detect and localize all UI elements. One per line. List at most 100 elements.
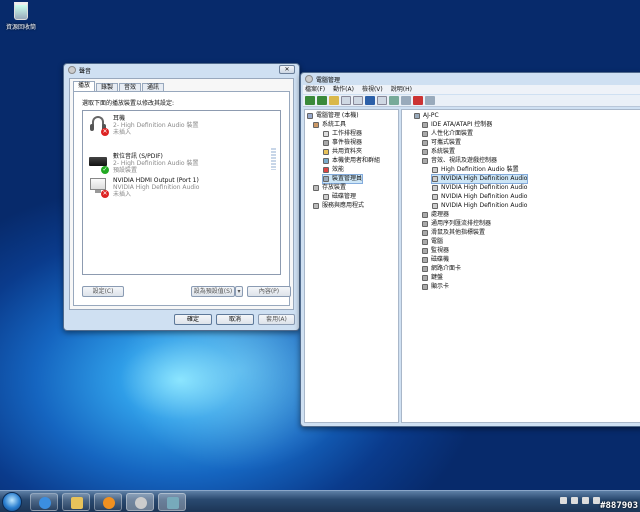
- menu-action[interactable]: 動作(A): [331, 85, 354, 94]
- list-scrollbar[interactable]: [271, 148, 276, 170]
- scan-hardware-icon[interactable]: [389, 96, 399, 105]
- device-node-root[interactable]: AJ-PC: [414, 112, 439, 120]
- taskbar-media-player[interactable]: [94, 493, 122, 511]
- tab-sounds[interactable]: 音效: [119, 83, 142, 91]
- cancel-button[interactable]: 取消: [216, 314, 254, 325]
- tree-node-device-manager[interactable]: 裝置管理員: [321, 174, 364, 184]
- taskbar-explorer[interactable]: [62, 493, 90, 511]
- tree-node-services[interactable]: 服務與應用程式: [313, 202, 364, 210]
- tree-node-performance[interactable]: 效能: [323, 166, 344, 174]
- device-node[interactable]: 可攜式裝置: [422, 139, 461, 147]
- device-node[interactable]: High Definition Audio 裝置: [432, 166, 519, 174]
- disk-drive-icon: [422, 257, 428, 263]
- recycle-bin[interactable]: 資源回收筒: [4, 2, 38, 31]
- tree-node-disk-management[interactable]: 磁碟管理: [323, 193, 356, 201]
- device-node[interactable]: 顯示卡: [422, 283, 449, 291]
- menu-file[interactable]: 檔案(F): [303, 85, 325, 94]
- menu-view[interactable]: 檢視(V): [360, 85, 383, 94]
- configure-button[interactable]: 設定(C): [82, 286, 124, 297]
- audio-device-icon: [432, 185, 438, 191]
- spdif-device-icon: ✓: [89, 153, 109, 174]
- device-node[interactable]: IDE ATA/ATAPI 控制器: [422, 121, 492, 129]
- view-icon[interactable]: [377, 96, 387, 105]
- watermark: #887903: [600, 501, 638, 511]
- taskbar-sound[interactable]: [126, 493, 154, 511]
- device-node[interactable]: 處理器: [422, 211, 449, 219]
- device-node[interactable]: NVIDIA High Definition Audio: [432, 193, 527, 201]
- device-item-hdmi[interactable]: ✕ NVIDIA HDMI Output (Port 1) NVIDIA Hig…: [89, 177, 199, 207]
- properties-icon[interactable]: [353, 96, 363, 105]
- recycle-bin-label: 資源回收筒: [5, 24, 36, 31]
- set-default-button[interactable]: 設為預設值(S): [191, 286, 235, 297]
- computer-management-icon: [305, 75, 313, 83]
- volume-icon[interactable]: [593, 497, 600, 504]
- tray-icon[interactable]: [571, 497, 578, 504]
- recycle-bin-icon: [14, 2, 28, 20]
- tree-node-local-users[interactable]: 本機使用者和群組: [323, 157, 380, 165]
- monitor-icon: [422, 248, 428, 254]
- instruction-text: 選取下面的播放裝置以修改其設定:: [82, 100, 175, 107]
- device-status: 預設裝置: [113, 167, 138, 174]
- chevron-down-icon[interactable]: ▾: [235, 286, 243, 297]
- tab-playback[interactable]: 播放: [73, 81, 96, 91]
- device-node[interactable]: 監視器: [422, 247, 449, 255]
- device-list: ✕ 耳機 2- High Definition Audio 裝置 未插入 ✓ 數…: [82, 110, 281, 275]
- tree-node-system-tools[interactable]: 系統工具: [313, 121, 346, 129]
- tree-node-event-viewer[interactable]: 事件檢視器: [323, 139, 362, 147]
- tree-node-task-scheduler[interactable]: 工作排程器: [323, 130, 362, 138]
- device-node-selected[interactable]: NVIDIA High Definition Audio: [430, 174, 529, 184]
- apply-button[interactable]: 套用(A): [258, 314, 295, 325]
- device-node[interactable]: 電腦: [422, 238, 443, 246]
- device-node[interactable]: NVIDIA High Definition Audio: [432, 202, 527, 210]
- clock-icon: [323, 131, 329, 137]
- speaker-icon: [135, 497, 147, 509]
- media-player-icon: [103, 497, 115, 509]
- device-node-sound[interactable]: 音效、視訊及遊戲控制器: [422, 157, 497, 165]
- sound-titlebar[interactable]: 聲音: [64, 64, 299, 76]
- update-driver-icon[interactable]: [401, 96, 411, 105]
- playback-panel: 選取下面的播放裝置以修改其設定: ✕ 耳機 2- High Definition…: [73, 91, 291, 306]
- device-node[interactable]: 通用序列匯流排控制器: [422, 220, 491, 228]
- disable-icon[interactable]: [425, 96, 435, 105]
- properties-button[interactable]: 內容(P): [247, 286, 291, 297]
- show-tree-icon[interactable]: [341, 96, 351, 105]
- uninstall-icon[interactable]: [413, 96, 423, 105]
- devmgr-titlebar[interactable]: 電腦管理: [301, 73, 640, 85]
- ok-button[interactable]: 確定: [174, 314, 212, 325]
- device-node[interactable]: 滑鼠及其他指標裝置: [422, 229, 485, 237]
- device-name: 數位音訊 (S/PDIF): [113, 153, 163, 160]
- device-node[interactable]: 網路介面卡: [422, 265, 461, 273]
- device-tree: AJ-PC IDE ATA/ATAPI 控制器 人性化介面裝置 可攜式裝置 系統…: [401, 109, 640, 423]
- forward-icon[interactable]: [317, 96, 327, 105]
- display-adapter-icon: [422, 284, 428, 290]
- taskbar-computer-management[interactable]: [158, 493, 186, 511]
- device-item-headphones[interactable]: ✕ 耳機 2- High Definition Audio 裝置 未插入: [89, 115, 199, 145]
- computer-icon: [422, 239, 428, 245]
- not-plugged-badge: ✕: [101, 190, 109, 198]
- tree-node-shared-folders[interactable]: 共用資料夾: [323, 148, 362, 156]
- tab-communications[interactable]: 通訊: [142, 83, 165, 91]
- storage-icon: [313, 185, 319, 191]
- device-node[interactable]: 系統裝置: [422, 148, 455, 156]
- device-status: 未插入: [113, 129, 132, 136]
- not-plugged-badge: ✕: [101, 128, 109, 136]
- tree-node-storage[interactable]: 存放裝置: [313, 184, 346, 192]
- back-icon[interactable]: [305, 96, 315, 105]
- help-icon[interactable]: [365, 96, 375, 105]
- device-desc: 2- High Definition Audio 裝置: [113, 160, 199, 167]
- up-folder-icon[interactable]: [329, 96, 339, 105]
- device-node[interactable]: 鍵盤: [422, 274, 443, 282]
- tab-recording[interactable]: 錄製: [96, 83, 119, 91]
- menu-help[interactable]: 說明(H): [389, 85, 412, 94]
- start-button[interactable]: [2, 492, 22, 512]
- tree-node-computer-management[interactable]: 電腦管理 (本機): [307, 112, 359, 120]
- device-node[interactable]: 磁碟機: [422, 256, 449, 264]
- tray-icon[interactable]: [560, 497, 567, 504]
- device-node[interactable]: 人性化介面裝置: [422, 130, 473, 138]
- device-node[interactable]: NVIDIA High Definition Audio: [432, 184, 527, 192]
- close-button[interactable]: ✕: [279, 65, 295, 74]
- menu-bar: 檔案(F) 動作(A) 檢視(V) 說明(H): [303, 85, 640, 94]
- taskbar-ie[interactable]: [30, 493, 58, 511]
- computer-management-icon: [307, 113, 313, 119]
- network-icon[interactable]: [582, 497, 589, 504]
